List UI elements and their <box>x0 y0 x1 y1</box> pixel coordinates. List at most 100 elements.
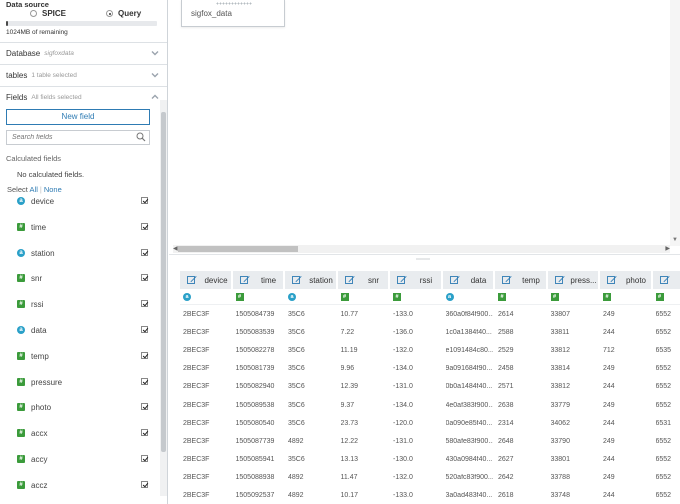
query-radio-dot[interactable] <box>106 10 114 17</box>
table-cell: 1505083539 <box>235 329 275 337</box>
chevron-down-icon[interactable] <box>151 49 159 57</box>
tables-value: 1 table selected <box>31 72 77 79</box>
number-type-icon[interactable]: # <box>17 377 25 386</box>
table-cell: 2648 <box>498 437 514 445</box>
string-type-icon[interactable]: a <box>183 293 191 301</box>
string-type-icon[interactable]: a <box>17 326 25 334</box>
number-type-icon[interactable]: # <box>17 351 25 360</box>
field-checkbox[interactable] <box>141 480 148 488</box>
field-row-station[interactable]: a station <box>0 245 158 263</box>
field-list-scroll-thumb[interactable] <box>161 112 166 452</box>
chevron-down-icon[interactable] <box>151 71 159 79</box>
field-row-photo[interactable]: # photo <box>0 399 158 417</box>
canvas-horizontal-scroll-thumb[interactable] <box>178 246 298 252</box>
search-fields-input[interactable] <box>7 131 127 144</box>
field-row-device[interactable]: a device <box>0 193 158 211</box>
edit-pencil-icon[interactable] <box>502 275 512 285</box>
number-type-icon[interactable]: # <box>603 293 611 301</box>
field-checkbox[interactable] <box>141 429 148 437</box>
number-type-icon[interactable]: # <box>235 293 244 301</box>
field-row-pressure[interactable]: # pressure <box>0 374 158 392</box>
column-header-station[interactable]: station <box>285 271 337 289</box>
number-type-icon[interactable]: # <box>17 455 25 463</box>
edit-pencil-icon[interactable] <box>659 275 670 285</box>
edit-pencil-icon[interactable] <box>344 275 355 285</box>
string-type-icon[interactable]: a <box>17 197 25 205</box>
field-row-time[interactable]: # time <box>0 219 158 237</box>
canvas-horizontal-scrollbar[interactable]: ◀ ▶ <box>173 245 670 253</box>
field-checkbox[interactable] <box>141 197 148 204</box>
scroll-right-icon[interactable]: ▶ <box>665 245 670 253</box>
field-list-scrollbar[interactable] <box>160 100 167 496</box>
edit-pencil-icon[interactable] <box>187 275 197 285</box>
column-header-temp[interactable]: temp <box>495 271 547 289</box>
chevron-up-icon[interactable] <box>151 93 159 101</box>
number-type-icon[interactable]: # <box>17 222 25 231</box>
field-row-accx[interactable]: # accx <box>0 425 158 443</box>
table-cell: e1091484c80... <box>445 347 494 355</box>
number-type-icon[interactable]: # <box>655 293 664 301</box>
table-cell: 2BEC3F <box>183 419 210 427</box>
number-type-icon[interactable]: # <box>17 403 25 412</box>
field-row-accz[interactable]: # accz <box>0 477 158 495</box>
field-checkbox[interactable] <box>141 300 148 308</box>
edit-pencil-icon[interactable] <box>239 275 250 285</box>
pane-splitter[interactable] <box>169 254 680 262</box>
edit-pencil-icon[interactable] <box>554 275 565 285</box>
number-type-icon[interactable]: # <box>17 480 25 489</box>
spice-radio[interactable]: SPICE <box>30 9 66 18</box>
number-type-icon[interactable]: # <box>17 274 25 283</box>
splitter-grip-icon[interactable] <box>416 258 430 260</box>
field-row-snr[interactable]: # snr <box>0 270 158 288</box>
edit-pencil-icon[interactable] <box>397 275 407 285</box>
number-type-icon[interactable]: # <box>550 293 559 301</box>
column-header-data[interactable]: data <box>442 271 494 289</box>
field-checkbox[interactable] <box>141 248 148 256</box>
string-type-icon[interactable]: a <box>288 293 296 301</box>
edit-pencil-icon[interactable] <box>449 275 460 285</box>
fields-section[interactable]: Fields All fields selected <box>0 86 167 108</box>
field-checkbox[interactable] <box>141 377 148 385</box>
drag-handle-icon[interactable] <box>216 2 252 5</box>
field-checkbox[interactable] <box>141 455 148 462</box>
number-type-icon[interactable]: # <box>17 429 25 438</box>
column-header-snr[interactable]: snr <box>337 271 389 289</box>
scroll-left-icon[interactable]: ◀ <box>173 245 178 253</box>
field-checkbox[interactable] <box>141 274 148 282</box>
search-icon[interactable] <box>136 132 146 142</box>
table-cell: -134.0 <box>393 365 413 373</box>
table-cell: 35C6 <box>288 311 305 318</box>
field-row-rssi[interactable]: # rssi <box>0 296 158 314</box>
tables-section[interactable]: tables 1 table selected <box>0 64 167 86</box>
field-checkbox[interactable] <box>141 403 148 411</box>
field-checkbox[interactable] <box>141 326 148 333</box>
column-header-time[interactable]: time <box>232 271 284 289</box>
table-card[interactable]: sigfox_data <box>181 0 285 27</box>
scroll-down-icon[interactable]: ▼ <box>672 237 678 243</box>
field-row-data[interactable]: a data <box>0 322 158 340</box>
no-calculated-fields: No calculated fields. <box>17 170 85 179</box>
canvas-vertical-scrollbar[interactable]: ▼ <box>670 0 680 246</box>
column-header-press...[interactable]: press... <box>547 271 599 289</box>
query-radio[interactable]: Query <box>106 9 141 18</box>
edit-pencil-icon[interactable] <box>292 275 302 285</box>
field-checkbox[interactable] <box>141 351 148 359</box>
column-header-more[interactable] <box>652 271 680 289</box>
number-type-icon[interactable]: # <box>498 293 506 301</box>
column-header-label: temp <box>522 275 540 285</box>
column-header-device[interactable]: device <box>180 271 232 289</box>
string-type-icon[interactable]: a <box>445 293 454 301</box>
field-row-accy[interactable]: # accy <box>0 451 158 469</box>
column-header-rssi[interactable]: rssi <box>390 271 442 289</box>
field-checkbox[interactable] <box>141 222 148 230</box>
number-type-icon[interactable]: # <box>393 293 401 301</box>
database-section[interactable]: Database sigfoxdata <box>0 42 167 64</box>
edit-pencil-icon[interactable] <box>607 275 617 285</box>
new-field-button[interactable]: New field <box>6 109 150 125</box>
field-row-temp[interactable]: # temp <box>0 348 158 366</box>
column-header-photo[interactable]: photo <box>600 271 652 289</box>
string-type-icon[interactable]: a <box>17 248 25 257</box>
spice-radio-dot[interactable] <box>30 10 37 17</box>
number-type-icon[interactable]: # <box>340 293 349 301</box>
number-type-icon[interactable]: # <box>17 300 25 309</box>
